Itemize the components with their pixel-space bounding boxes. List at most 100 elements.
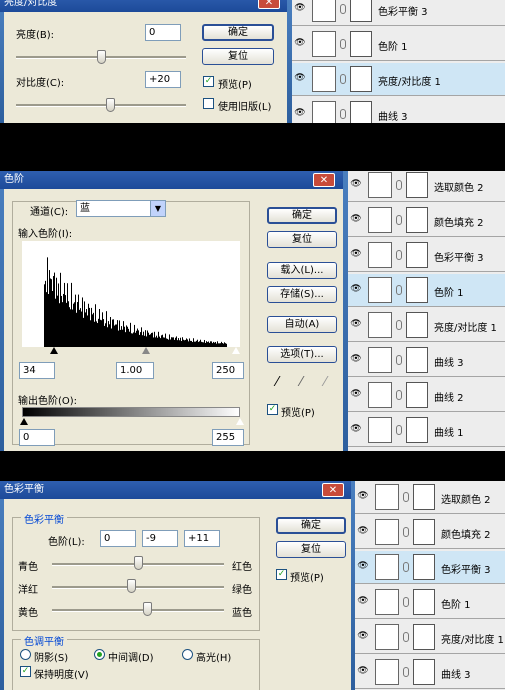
layer-mask-thumbnail[interactable] bbox=[406, 277, 428, 303]
layer-mask-thumbnail[interactable] bbox=[413, 554, 435, 580]
layer-mask-thumbnail[interactable] bbox=[406, 347, 428, 373]
layer-mask-thumbnail[interactable] bbox=[406, 172, 428, 198]
layer-row[interactable]: 👁 曲线 3 bbox=[348, 344, 505, 377]
link-icon[interactable] bbox=[403, 562, 409, 572]
lv-reset-button[interactable]: 复位 bbox=[267, 231, 337, 248]
layer-mask-thumbnail[interactable] bbox=[413, 519, 435, 545]
layer-row[interactable]: 👁 颜色填充 2 bbox=[348, 204, 505, 237]
lv-options-button[interactable]: 选项(T)... bbox=[267, 346, 337, 363]
link-icon[interactable] bbox=[403, 597, 409, 607]
eye-icon[interactable]: 👁 bbox=[357, 666, 369, 676]
output-white-handle[interactable] bbox=[236, 418, 244, 425]
link-icon[interactable] bbox=[396, 355, 402, 365]
cb-reset-button[interactable]: 复位 bbox=[276, 541, 346, 558]
layer-mask-thumbnail[interactable] bbox=[406, 382, 428, 408]
lv-close-button[interactable]: ✕ bbox=[313, 173, 335, 187]
eye-icon[interactable]: 👁 bbox=[350, 319, 362, 329]
gamma-handle[interactable] bbox=[142, 347, 150, 354]
gray-eyedropper-icon[interactable]: ⁄ bbox=[300, 375, 302, 390]
link-icon[interactable] bbox=[403, 527, 409, 537]
bc-close-button[interactable]: ✕ bbox=[258, 0, 280, 9]
layer-row[interactable]: 👁 色彩平衡 3 bbox=[348, 239, 505, 272]
input-gamma-field[interactable]: 1.00 bbox=[116, 362, 154, 379]
link-icon[interactable] bbox=[396, 180, 402, 190]
layer-row[interactable]: 👁 色阶 1 bbox=[348, 274, 505, 307]
layer-mask-thumbnail[interactable] bbox=[350, 66, 372, 92]
layer-mask-thumbnail[interactable] bbox=[350, 0, 372, 22]
layer-row[interactable]: 👁 亮度/对比度 1 bbox=[292, 63, 505, 96]
layer-mask-thumbnail[interactable] bbox=[406, 417, 428, 443]
lv-ok-button[interactable]: 确定 bbox=[267, 207, 337, 224]
bc-preview-checkbox[interactable]: ✓ bbox=[203, 76, 214, 87]
link-icon[interactable] bbox=[403, 492, 409, 502]
black-point-handle[interactable] bbox=[50, 347, 58, 354]
bc-reset-button[interactable]: 复位 bbox=[202, 48, 274, 65]
eye-icon[interactable]: 👁 bbox=[357, 526, 369, 536]
layer-row[interactable]: 👁 颜色填充 2 bbox=[355, 516, 505, 549]
cb-field-3[interactable]: +11 bbox=[184, 530, 220, 547]
link-icon[interactable] bbox=[396, 425, 402, 435]
contrast-field[interactable]: +20 bbox=[145, 71, 181, 88]
channel-select[interactable]: 蓝 ▼ bbox=[76, 200, 166, 217]
lv-auto-button[interactable]: 自动(A) bbox=[267, 316, 337, 333]
eye-icon[interactable]: 👁 bbox=[294, 38, 306, 48]
layer-row[interactable]: 👁 色彩平衡 3 bbox=[292, 0, 505, 26]
legacy-checkbox[interactable] bbox=[203, 98, 214, 109]
cb-ok-button[interactable]: 确定 bbox=[276, 517, 346, 534]
eye-icon[interactable]: 👁 bbox=[294, 3, 306, 13]
output-black-handle[interactable] bbox=[20, 418, 28, 425]
layer-row[interactable]: 👁 亮度/对比度 1 bbox=[355, 621, 505, 654]
link-icon[interactable] bbox=[396, 390, 402, 400]
lv-preview-checkbox[interactable]: ✓ bbox=[267, 404, 278, 415]
eye-icon[interactable]: 👁 bbox=[350, 424, 362, 434]
lv-save-button[interactable]: 存储(S)... bbox=[267, 286, 337, 303]
link-icon[interactable] bbox=[340, 74, 346, 84]
input-white-field[interactable]: 250 bbox=[212, 362, 244, 379]
brightness-field[interactable]: 0 bbox=[145, 24, 181, 41]
layer-mask-thumbnail[interactable] bbox=[406, 312, 428, 338]
eye-icon[interactable]: 👁 bbox=[294, 73, 306, 83]
eye-icon[interactable]: 👁 bbox=[350, 249, 362, 259]
layer-mask-thumbnail[interactable] bbox=[413, 659, 435, 685]
eye-icon[interactable]: 👁 bbox=[350, 389, 362, 399]
chevron-down-icon[interactable]: ▼ bbox=[150, 201, 165, 216]
contrast-slider-thumb[interactable] bbox=[105, 98, 115, 112]
yellow-blue-thumb[interactable] bbox=[142, 602, 152, 616]
cb-field-1[interactable]: 0 bbox=[100, 530, 136, 547]
link-icon[interactable] bbox=[396, 285, 402, 295]
layer-mask-thumbnail[interactable] bbox=[350, 101, 372, 123]
link-icon[interactable] bbox=[403, 667, 409, 677]
eye-icon[interactable]: 👁 bbox=[357, 561, 369, 571]
brightness-slider-thumb[interactable] bbox=[97, 50, 106, 64]
eye-icon[interactable]: 👁 bbox=[357, 491, 369, 501]
output-white-field[interactable]: 255 bbox=[212, 429, 244, 446]
layer-mask-thumbnail[interactable] bbox=[413, 624, 435, 650]
eye-icon[interactable]: 👁 bbox=[350, 179, 362, 189]
layer-row[interactable]: 👁 亮度/对比度 1 bbox=[348, 309, 505, 342]
layer-row[interactable]: 👁 色彩平衡 3 bbox=[355, 551, 505, 584]
output-black-field[interactable]: 0 bbox=[19, 429, 55, 446]
layer-mask-thumbnail[interactable] bbox=[413, 589, 435, 615]
layer-row[interactable]: 👁 曲线 1 bbox=[348, 414, 505, 447]
link-icon[interactable] bbox=[396, 320, 402, 330]
layer-mask-thumbnail[interactable] bbox=[406, 207, 428, 233]
layer-row[interactable]: 👁 选取颜色 2 bbox=[355, 481, 505, 514]
layer-mask-thumbnail[interactable] bbox=[413, 484, 435, 510]
layer-row[interactable]: 👁 选取颜色 2 bbox=[348, 171, 505, 202]
link-icon[interactable] bbox=[340, 109, 346, 119]
white-eyedropper-icon[interactable]: ⁄ bbox=[324, 375, 326, 390]
layer-mask-thumbnail[interactable] bbox=[350, 31, 372, 57]
shadows-radio[interactable] bbox=[20, 649, 31, 660]
eye-icon[interactable]: 👁 bbox=[350, 284, 362, 294]
link-icon[interactable] bbox=[340, 4, 346, 14]
layer-row[interactable]: 👁 色阶 1 bbox=[355, 586, 505, 619]
highlights-radio[interactable] bbox=[182, 649, 193, 660]
white-point-handle[interactable] bbox=[232, 347, 240, 354]
layer-row[interactable]: 👁 曲线 3 bbox=[292, 98, 505, 123]
link-icon[interactable] bbox=[396, 215, 402, 225]
layer-mask-thumbnail[interactable] bbox=[406, 242, 428, 268]
cb-preview-checkbox[interactable]: ✓ bbox=[276, 569, 287, 580]
black-eyedropper-icon[interactable]: ⁄ bbox=[276, 375, 278, 390]
cb-field-2[interactable]: -9 bbox=[142, 530, 178, 547]
link-icon[interactable] bbox=[396, 250, 402, 260]
